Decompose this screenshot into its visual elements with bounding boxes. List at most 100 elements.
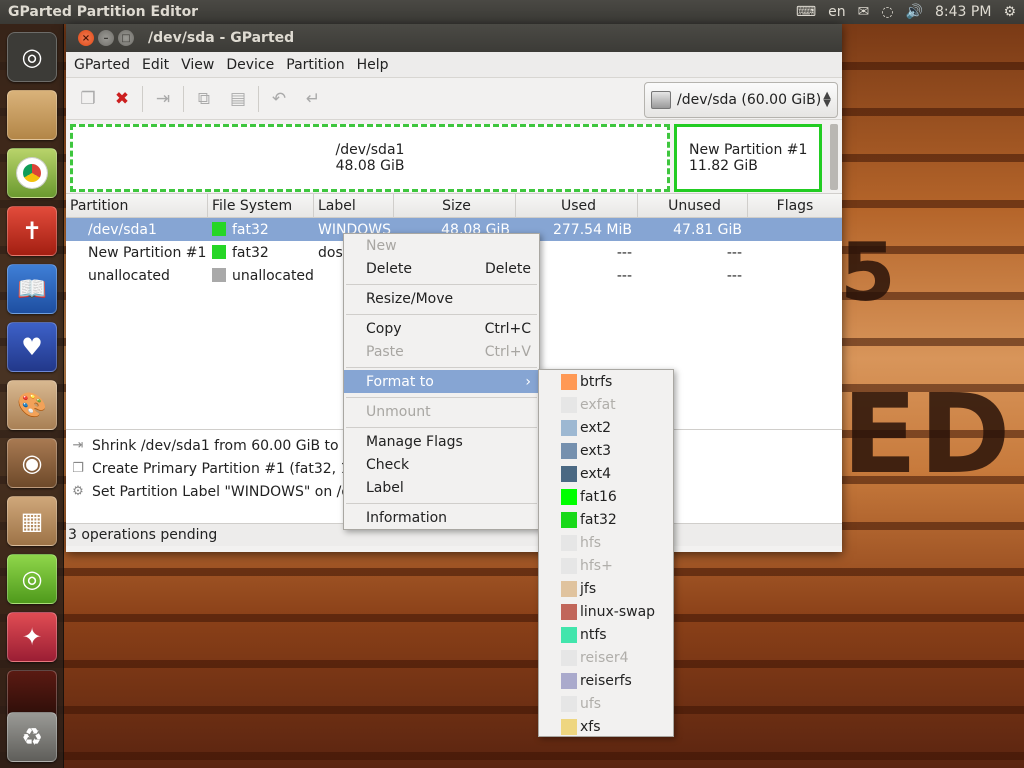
- speaker-icon[interactable]: ◉: [7, 438, 57, 488]
- trash-icon[interactable]: ♻: [7, 712, 57, 762]
- menu-device[interactable]: Device: [220, 57, 280, 73]
- menu-item-paste[interactable]: Paste Ctrl+V: [344, 340, 539, 363]
- menu-help[interactable]: Help: [351, 57, 395, 73]
- format-to-submenu: btrfs exfat ext2 ext3 ext4 fat16 fat32 hfs hfs+ j…: [538, 369, 674, 737]
- graph-partition-new[interactable]: New Partition #1 11.82 GiB: [674, 124, 822, 192]
- menu-view[interactable]: View: [175, 57, 220, 73]
- cross-heart-icon[interactable]: ♥: [7, 322, 57, 372]
- fs-color-swatch: [561, 419, 577, 436]
- toolbar: ❐ ✖ ⇥ ⧉ ▤ ↶ ↵ /dev/sda (60.00 GiB) ▲ ▼: [66, 78, 842, 120]
- menu-item-resize-move[interactable]: Resize/Move: [344, 287, 539, 310]
- apply-icon[interactable]: ↵: [299, 85, 327, 113]
- format-option-ext3[interactable]: ext3: [539, 439, 673, 462]
- launcher: ◎ ✝ 📖 ♥ 🎨 ◉ ▦ ◎ ✦ ♻: [0, 24, 64, 768]
- menu-item-unmount[interactable]: Unmount: [344, 400, 539, 423]
- format-option-btrfs[interactable]: btrfs: [539, 370, 673, 393]
- gear-icon[interactable]: ⚙: [1003, 4, 1016, 20]
- bible-study-icon[interactable]: 📖: [7, 264, 57, 314]
- menu-separator: [346, 314, 537, 315]
- fs-color-swatch: [561, 488, 577, 505]
- format-option-label: ext3: [580, 442, 612, 459]
- format-option-reiser4[interactable]: reiser4: [539, 646, 673, 669]
- bible-app-icon[interactable]: ✝: [7, 206, 57, 256]
- menu-item-check[interactable]: Check: [344, 453, 539, 476]
- clock[interactable]: 8:43 PM: [935, 4, 991, 20]
- format-option-exfat[interactable]: exfat: [539, 393, 673, 416]
- fs-color-swatch: [561, 534, 577, 551]
- operation-text: Shrink /dev/sda1 from 60.00 GiB to 48: [92, 437, 361, 454]
- maximize-icon[interactable]: □: [118, 30, 134, 46]
- window-titlebar: × – □ /dev/sda - GParted: [66, 24, 842, 52]
- device-selector[interactable]: /dev/sda (60.00 GiB) ▲ ▼: [644, 82, 838, 118]
- format-option-label: ext2: [580, 419, 612, 436]
- network-icon[interactable]: ◌: [881, 4, 893, 20]
- new-partition-icon[interactable]: ❐: [74, 85, 102, 113]
- menu-item-information[interactable]: Information: [344, 506, 539, 529]
- format-option-ext4[interactable]: ext4: [539, 462, 673, 485]
- menu-gparted[interactable]: GParted: [68, 57, 136, 73]
- delete-partition-icon[interactable]: ✖: [108, 85, 136, 113]
- new-partition-icon: ❐: [72, 461, 84, 476]
- resize-icon: ⇥: [72, 438, 84, 453]
- menu-item-new[interactable]: New: [344, 234, 539, 257]
- menu-separator: [346, 503, 537, 504]
- menu-item-delete[interactable]: Delete Delete: [344, 257, 539, 280]
- minimize-icon[interactable]: –: [98, 30, 114, 46]
- resize-move-icon[interactable]: ⇥: [149, 85, 177, 113]
- column-used[interactable]: Used: [516, 194, 638, 217]
- format-option-ntfs[interactable]: ntfs: [539, 623, 673, 646]
- format-option-fat32[interactable]: fat32: [539, 508, 673, 531]
- format-option-linux-swap[interactable]: linux-swap: [539, 600, 673, 623]
- menu-item-accelerator: Ctrl+V: [484, 343, 531, 360]
- ubuntu-dash-icon[interactable]: ◎: [7, 32, 57, 82]
- column-label[interactable]: Label: [314, 194, 394, 217]
- column-partition[interactable]: Partition: [66, 194, 208, 217]
- menu-item-manage-flags[interactable]: Manage Flags: [344, 430, 539, 453]
- graph-partition-name: /dev/sda1: [335, 142, 405, 158]
- graph-partition-sda1[interactable]: /dev/sda1 48.08 GiB: [70, 124, 670, 192]
- format-option-hfs[interactable]: hfs: [539, 531, 673, 554]
- menu-edit[interactable]: Edit: [136, 57, 175, 73]
- format-option-label: xfs: [580, 718, 601, 735]
- package-icon[interactable]: ▦: [7, 496, 57, 546]
- updown-arrow-icon: ▲ ▼: [823, 90, 831, 109]
- files-icon[interactable]: [7, 90, 57, 140]
- toolbar-separator: [258, 85, 259, 112]
- magic-wand-icon[interactable]: ✦: [7, 612, 57, 662]
- column-size[interactable]: Size: [394, 194, 516, 217]
- copy-icon[interactable]: ⧉: [190, 85, 218, 113]
- undo-icon[interactable]: ↶: [265, 85, 293, 113]
- menu-item-copy[interactable]: Copy Ctrl+C: [344, 317, 539, 340]
- menu-item-label: Delete: [366, 260, 412, 277]
- format-option-fat16[interactable]: fat16: [539, 485, 673, 508]
- fs-color-swatch: [212, 267, 226, 282]
- volume-icon[interactable]: 🔊: [906, 4, 923, 20]
- device-selector-label: /dev/sda (60.00 GiB): [677, 92, 822, 108]
- wallpaper-graphic-5: 5: [840, 226, 898, 319]
- format-option-xfs[interactable]: xfs: [539, 715, 673, 738]
- software-center-icon[interactable]: ◎: [7, 554, 57, 604]
- format-option-hfs-[interactable]: hfs+: [539, 554, 673, 577]
- format-option-ext2[interactable]: ext2: [539, 416, 673, 439]
- paste-icon[interactable]: ▤: [224, 85, 252, 113]
- column-filesystem[interactable]: File System: [208, 194, 314, 217]
- menu-item-label-partition[interactable]: Label: [344, 476, 539, 499]
- column-flags[interactable]: Flags: [748, 194, 838, 217]
- menu-partition[interactable]: Partition: [280, 57, 350, 73]
- format-option-jfs[interactable]: jfs: [539, 577, 673, 600]
- mail-icon[interactable]: ✉: [858, 4, 870, 20]
- chrome-icon[interactable]: [7, 148, 57, 198]
- harddisk-icon: [651, 91, 671, 109]
- format-option-ufs[interactable]: ufs: [539, 692, 673, 715]
- column-unused[interactable]: Unused: [638, 194, 748, 217]
- menu-item-format-to[interactable]: Format to ›: [344, 370, 539, 393]
- graph-partition-name: New Partition #1: [689, 142, 808, 158]
- fs-color-swatch: [561, 442, 577, 459]
- keyboard-layout[interactable]: en: [828, 4, 846, 20]
- graph-scrollbar[interactable]: [830, 124, 838, 190]
- format-option-reiserfs[interactable]: reiserfs: [539, 669, 673, 692]
- paint-icon[interactable]: 🎨: [7, 380, 57, 430]
- keyboard-icon[interactable]: ⌨: [796, 4, 816, 20]
- format-option-label: ntfs: [580, 626, 607, 643]
- close-icon[interactable]: ×: [78, 30, 94, 46]
